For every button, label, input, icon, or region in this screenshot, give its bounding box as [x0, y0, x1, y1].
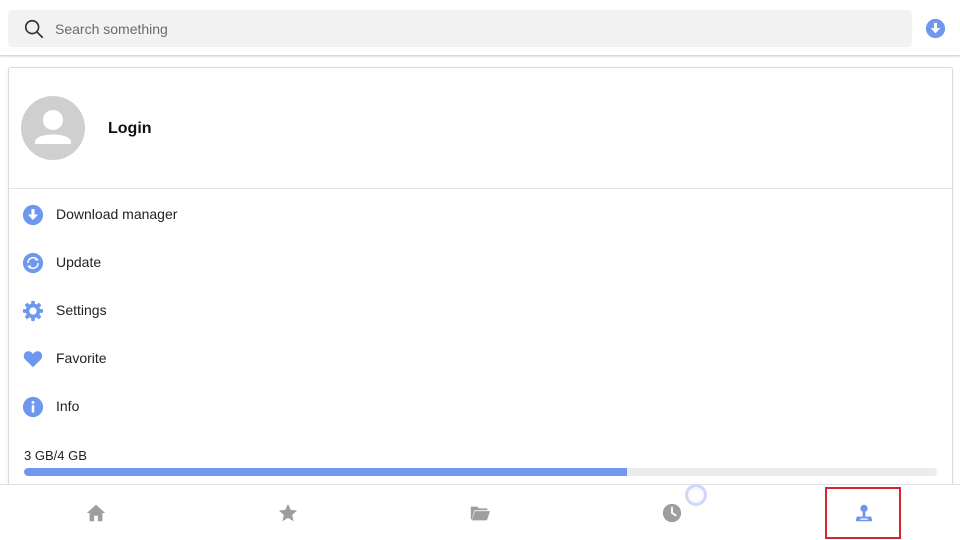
- search-input[interactable]: [55, 10, 895, 47]
- info-circle-icon: [22, 396, 44, 418]
- storage-progress-bar: [24, 468, 937, 476]
- search-box[interactable]: [8, 10, 912, 47]
- menu-item-info[interactable]: Info: [9, 382, 952, 430]
- nav-home[interactable]: [0, 485, 192, 540]
- download-circle-icon: [22, 204, 44, 226]
- menu-item-label: Settings: [56, 302, 107, 318]
- home-icon: [86, 504, 106, 522]
- menu-list: Download manager Update Settings Favorit…: [9, 190, 952, 430]
- star-icon: [278, 503, 298, 522]
- nav-files[interactable]: [384, 485, 576, 540]
- gear-icon: [22, 300, 44, 322]
- menu-item-download-manager[interactable]: Download manager: [9, 190, 952, 238]
- menu-item-label: Favorite: [56, 350, 107, 366]
- nav-favorites[interactable]: [192, 485, 384, 540]
- active-tab-highlight: [825, 487, 901, 539]
- menu-item-update[interactable]: Update: [9, 238, 952, 286]
- menu-item-label: Info: [56, 398, 80, 414]
- nav-history[interactable]: [576, 485, 768, 540]
- search-icon[interactable]: [23, 18, 45, 40]
- refresh-circle-icon: [22, 252, 44, 274]
- storage-progress-fill: [24, 468, 627, 476]
- download-circle-icon[interactable]: [925, 18, 946, 39]
- menu-item-label: Download manager: [56, 206, 178, 222]
- profile-header[interactable]: Login: [9, 68, 952, 189]
- heart-icon: [23, 351, 43, 368]
- menu-item-label: Update: [56, 254, 102, 270]
- menu-item-favorite[interactable]: Favorite: [9, 334, 952, 382]
- login-label[interactable]: Login: [108, 120, 152, 138]
- clock-icon: [662, 503, 682, 523]
- account-card: Login Download manager Update Settings F…: [8, 67, 953, 497]
- storage-usage-label: 3 GB/4 GB: [24, 448, 87, 463]
- user-avatar-icon[interactable]: [21, 96, 85, 160]
- folder-icon: [470, 506, 491, 521]
- touch-ripple-indicator: [685, 484, 707, 506]
- bottom-navigation: [0, 484, 960, 540]
- menu-item-settings[interactable]: Settings: [9, 286, 952, 334]
- top-bar: [0, 0, 960, 56]
